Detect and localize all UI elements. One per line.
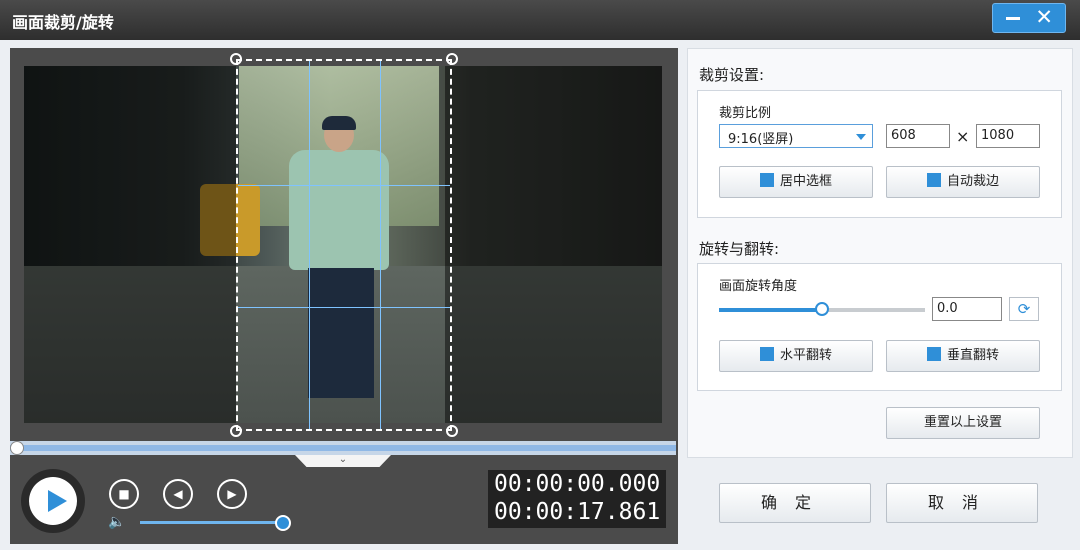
close-button[interactable]: ✕ [1035, 6, 1053, 28]
times-symbol: × [956, 127, 970, 146]
auto-trim-button[interactable]: 自动裁边 [886, 166, 1040, 198]
rotate-settings-title: 旋转与翻转: [699, 240, 780, 258]
chevron-down-icon [856, 134, 866, 140]
vertical-flip-button[interactable]: 垂直翻转 [886, 340, 1040, 372]
crop-grid-line [380, 61, 381, 429]
vertical-flip-icon [926, 347, 941, 361]
rotate-icon[interactable]: ⟳ [1009, 297, 1039, 321]
play-button[interactable] [21, 469, 85, 533]
current-time: 00:00:00.000 [494, 471, 661, 497]
crop-settings-title: 裁剪设置: [699, 66, 765, 84]
crop-grid-line [309, 61, 310, 429]
timeline-fill [10, 445, 676, 451]
minimize-button[interactable] [1006, 17, 1020, 20]
timeline-knob[interactable] [10, 441, 24, 455]
auto-trim-label: 自动裁边 [946, 174, 999, 189]
crop-ratio-label: 裁剪比例 [719, 106, 772, 121]
next-frame-button[interactable]: ▶ [217, 479, 247, 509]
horizontal-flip-icon [759, 347, 774, 361]
collapse-toggle[interactable]: ⌄ [295, 455, 391, 467]
crop-dim-right [445, 66, 662, 423]
play-button-face [29, 477, 77, 525]
rotation-slider-fill [719, 308, 822, 312]
cancel-button[interactable]: 取消 [886, 483, 1038, 523]
reset-settings-button[interactable]: 重置以上设置 [886, 407, 1040, 439]
rotation-slider-knob[interactable] [815, 302, 829, 316]
crop-grid-line [238, 307, 450, 308]
total-time: 00:00:17.861 [494, 499, 661, 525]
window-buttons: ✕ [992, 3, 1066, 33]
ok-button[interactable]: 确定 [719, 483, 871, 523]
crop-handle-bottom-left[interactable] [230, 425, 242, 437]
rotation-angle-label: 画面旋转角度 [719, 279, 798, 294]
window-title: 画面裁剪/旋转 [12, 13, 114, 32]
volume-knob[interactable] [275, 515, 291, 531]
crop-dim-left [24, 66, 236, 423]
center-icon [759, 173, 774, 187]
crop-handle-top-right[interactable] [446, 53, 458, 65]
volume-icon[interactable]: 🔈 [108, 514, 125, 530]
volume-slider[interactable] [140, 521, 282, 524]
crop-grid-line [238, 185, 450, 186]
crop-frame[interactable] [236, 59, 452, 431]
vertical-flip-label: 垂直翻转 [946, 348, 999, 363]
crop-handle-top-left[interactable] [230, 53, 242, 65]
center-selection-label: 居中选框 [779, 174, 832, 189]
center-selection-button[interactable]: 居中选框 [719, 166, 873, 198]
prev-frame-button[interactable]: ◀ [163, 479, 193, 509]
crop-ratio-value: 9:16(竖屏) [728, 132, 794, 147]
horizontal-flip-button[interactable]: 水平翻转 [719, 340, 873, 372]
play-icon [48, 490, 67, 512]
horizontal-flip-label: 水平翻转 [779, 348, 832, 363]
auto-trim-icon [926, 173, 941, 187]
time-display: 00:00:00.000 00:00:17.861 [488, 470, 666, 528]
crop-height-input[interactable]: 1080 [976, 124, 1040, 148]
title-bar: 画面裁剪/旋转 ✕ [0, 0, 1080, 40]
stop-button[interactable]: ■ [109, 479, 139, 509]
crop-ratio-select[interactable]: 9:16(竖屏) [719, 124, 873, 148]
crop-handle-bottom-right[interactable] [446, 425, 458, 437]
crop-width-input[interactable]: 608 [886, 124, 950, 148]
timeline-bar[interactable] [10, 441, 676, 455]
rotation-angle-input[interactable]: 0.0 [932, 297, 1002, 321]
